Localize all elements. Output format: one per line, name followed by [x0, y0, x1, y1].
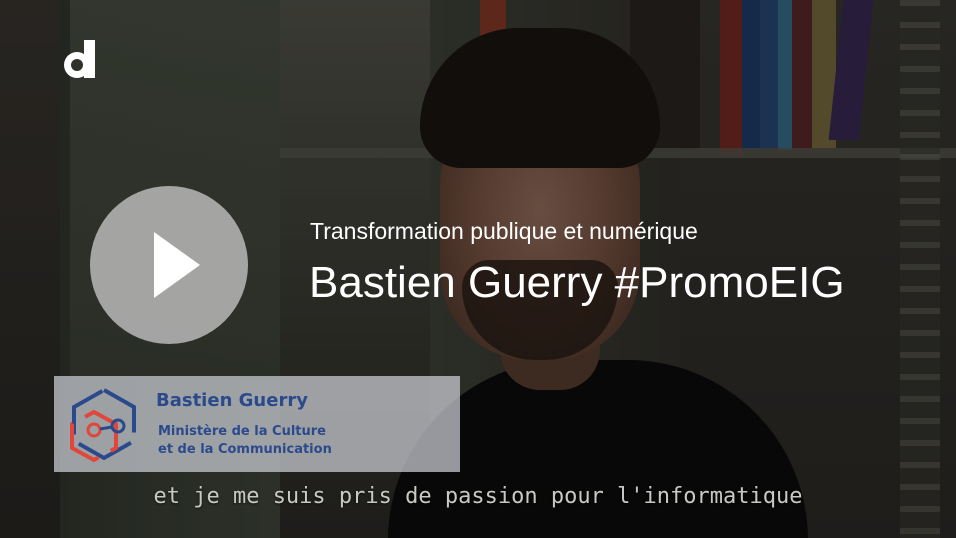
play-icon [154, 232, 200, 298]
dailymotion-logo-icon[interactable] [60, 40, 100, 82]
lower-third-card: Bastien Guerry Ministère de la Culture e… [54, 376, 460, 472]
video-category: Transformation publique et numérique [310, 218, 698, 244]
video-caption: et je me suis pris de passion pour l'inf… [153, 484, 803, 509]
lower-third-name: Bastien Guerry [156, 390, 308, 411]
video-player[interactable]: Bastien Guerry Ministère de la Culture e… [0, 0, 956, 538]
hexagon-network-logo-icon [70, 387, 136, 463]
video-title[interactable]: Bastien Guerry #PromoEIG [309, 258, 845, 308]
lower-third-organization: Ministère de la Culture [158, 424, 326, 439]
lower-third-organization: et de la Communication [158, 442, 332, 457]
play-button[interactable] [90, 186, 248, 344]
